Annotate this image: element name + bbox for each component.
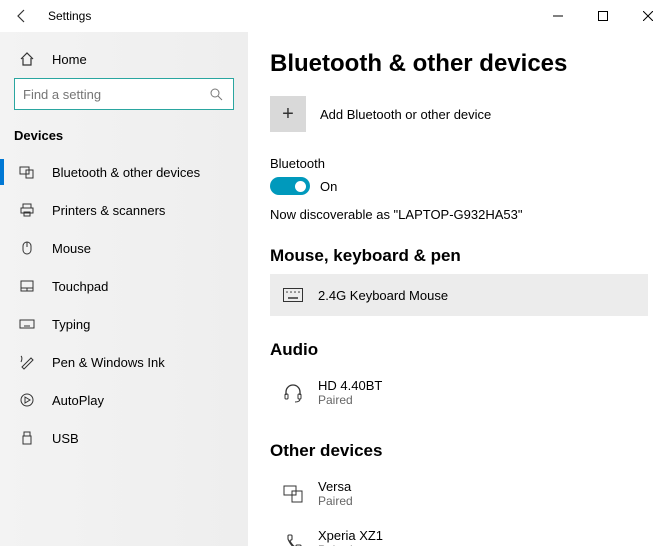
device-status: Paired [318,393,382,407]
add-device-label: Add Bluetooth or other device [320,107,491,122]
device-name: 2.4G Keyboard Mouse [318,288,448,303]
pen-icon [18,353,36,371]
add-device-button[interactable]: + Add Bluetooth or other device [270,96,648,132]
window-title: Settings [48,9,91,23]
device-versa[interactable]: Versa Paired [270,469,648,518]
sidebar-item-usb[interactable]: USB [0,419,248,457]
mouse-icon [18,239,36,257]
sidebar-item-mouse[interactable]: Mouse [0,229,248,267]
sidebar-item-autoplay[interactable]: AutoPlay [0,381,248,419]
section-mkp-title: Mouse, keyboard & pen [270,246,648,266]
touchpad-icon [18,277,36,295]
nav-label: Printers & scanners [52,203,165,218]
sidebar-item-bluetooth[interactable]: Bluetooth & other devices [0,153,248,191]
search-input[interactable] [14,78,234,110]
printer-icon [18,201,36,219]
autoplay-icon [18,391,36,409]
nav-label: USB [52,431,79,446]
phone-icon [282,532,304,546]
search-icon [207,85,225,103]
device-xperia[interactable]: Xperia XZ1 Paired [270,518,648,546]
headset-icon [282,382,304,404]
maximize-button[interactable] [580,0,625,32]
plus-icon: + [270,96,306,132]
page-title: Bluetooth & other devices [270,50,648,78]
nav-label: Typing [52,317,90,332]
discoverable-text: Now discoverable as "LAPTOP-G932HA53" [270,207,648,222]
sidebar-item-typing[interactable]: Typing [0,305,248,343]
device-keyboard-mouse[interactable]: 2.4G Keyboard Mouse [270,274,648,316]
device-name: HD 4.40BT [318,378,382,393]
device-status: Paired [318,494,353,508]
close-button[interactable] [625,0,670,32]
titlebar: Settings [0,0,670,32]
bluetooth-label: Bluetooth [270,156,648,171]
keyboard-icon [282,284,304,306]
home-icon [18,50,36,68]
minimize-button[interactable] [535,0,580,32]
nav-label: Pen & Windows Ink [52,355,165,370]
nav-label: Touchpad [52,279,108,294]
nav-label: Bluetooth & other devices [52,165,200,180]
bluetooth-toggle[interactable] [270,177,310,195]
device-generic-icon [282,483,304,505]
content-pane: Bluetooth & other devices + Add Bluetoot… [248,32,670,546]
device-headphones[interactable]: HD 4.40BT Paired [270,368,648,417]
search-field[interactable] [23,87,207,102]
nav-label: AutoPlay [52,393,104,408]
devices-icon [18,163,36,181]
section-other-title: Other devices [270,441,648,461]
nav-label: Mouse [52,241,91,256]
usb-icon [18,429,36,447]
bluetooth-state: On [320,179,337,194]
sidebar-item-home[interactable]: Home [0,40,248,78]
back-button[interactable] [12,6,32,26]
home-label: Home [52,52,87,67]
sidebar-item-touchpad[interactable]: Touchpad [0,267,248,305]
sidebar-item-printers[interactable]: Printers & scanners [0,191,248,229]
device-name: Versa [318,479,353,494]
device-name: Xperia XZ1 [318,528,383,543]
sidebar-item-pen[interactable]: Pen & Windows Ink [0,343,248,381]
keyboard-icon [18,315,36,333]
sidebar-group-devices: Devices [0,120,248,153]
section-audio-title: Audio [270,340,648,360]
sidebar: Home Devices Bluetooth & other devices P… [0,32,248,546]
